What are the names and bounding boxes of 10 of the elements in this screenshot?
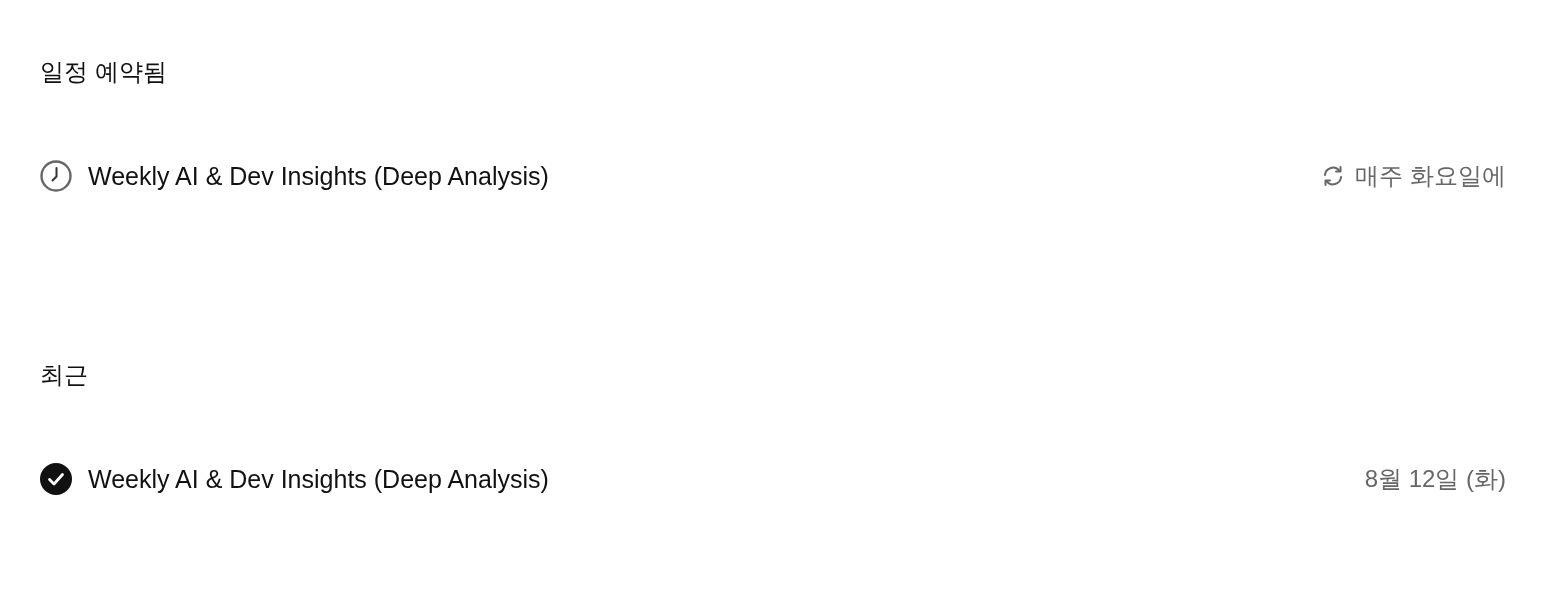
task-title: Weekly AI & Dev Insights (Deep Analysis)	[88, 161, 549, 191]
task-date: 8월 12일 (화)	[1364, 464, 1506, 494]
checkmark-icon	[40, 463, 72, 495]
section-heading: 일정 예약됨	[40, 57, 168, 87]
repeat-schedule: 매주 화요일에	[1355, 161, 1506, 191]
task-row[interactable]: Weekly AI & Dev Insights (Deep Analysis) 8월 12일 (화)	[40, 451, 1506, 507]
clock-icon	[40, 160, 72, 192]
task-row[interactable]: Weekly AI & Dev Insights (Deep Analysis) 매주 화요일에	[40, 148, 1506, 204]
section-heading: 최근	[40, 360, 89, 390]
task-title: Weekly AI & Dev Insights (Deep Analysis)	[88, 464, 549, 494]
